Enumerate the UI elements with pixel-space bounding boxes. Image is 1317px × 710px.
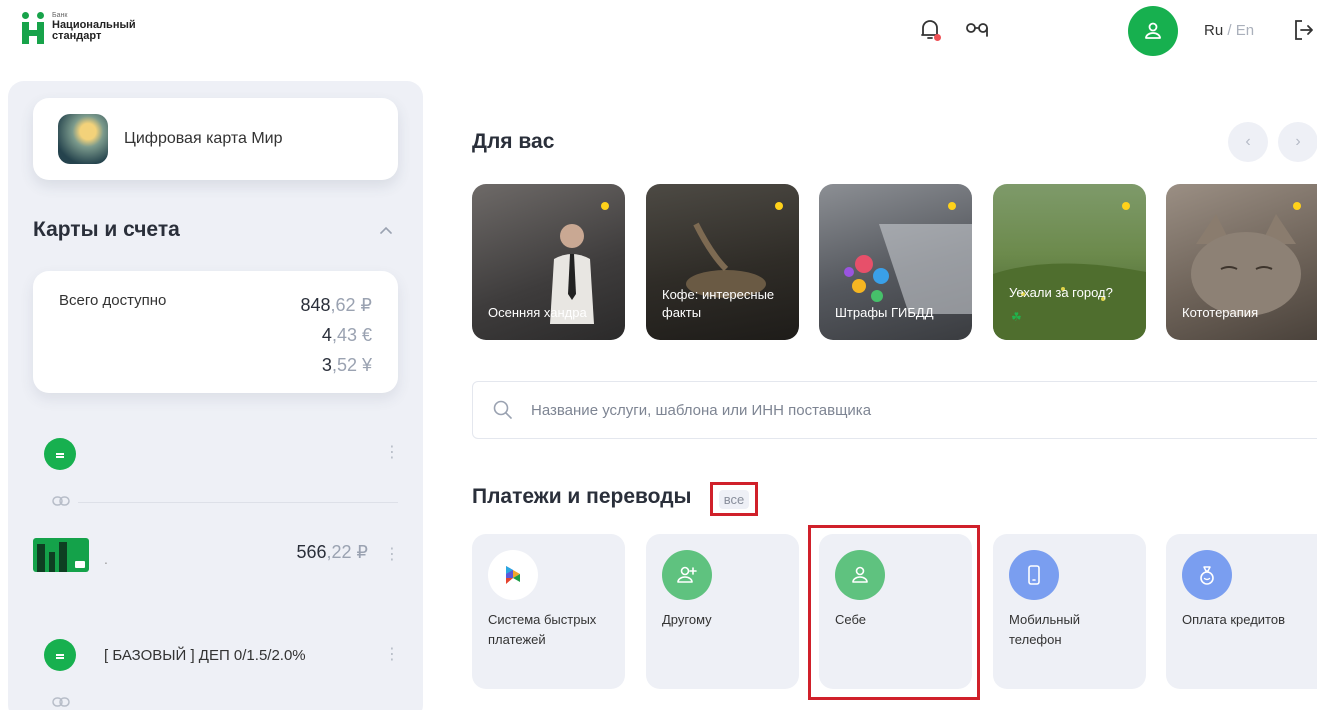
lang-en[interactable]: En: [1236, 22, 1254, 39]
tile-mobile[interactable]: Мобильный телефон: [993, 534, 1146, 689]
account-row[interactable]: [ БАЗОВЫЙ ] ДЕП 0/1.5/2.0%: [44, 639, 306, 671]
sbp-icon: [488, 550, 538, 600]
account-badge-icon: [44, 639, 76, 671]
clover-icon: ☘: [1011, 310, 1022, 324]
phone-icon: [1009, 550, 1059, 600]
story-label: Уехали за город?: [1009, 285, 1113, 300]
divider: [78, 502, 398, 503]
card-balance: 566,22 ₽: [296, 542, 368, 562]
new-dot: [948, 202, 956, 210]
tile-label: Другому: [662, 612, 712, 627]
total-amounts: 848,62 ₽ 4,43 € 3,52 ¥: [300, 290, 372, 380]
story-label: Кототерапия: [1182, 305, 1259, 320]
link-icon[interactable]: [52, 495, 70, 507]
cards-section-title: Карты и счета: [33, 218, 180, 241]
profile-button[interactable]: [1128, 6, 1178, 56]
story-label: Осенняя хандра: [488, 305, 587, 320]
story-label: Штрафы ГИБДД: [835, 305, 934, 320]
account-row[interactable]: [44, 438, 76, 470]
tile-label: Система быстрых платежей: [488, 612, 597, 647]
search-icon: [493, 400, 512, 419]
story-card[interactable]: Кототерапия: [1166, 184, 1317, 340]
bank-logo[interactable]: Банк Национальный стандарт: [22, 12, 136, 44]
logo-text: Банк Национальный стандарт: [52, 12, 136, 42]
tile-loans[interactable]: Оплата кредитов: [1166, 534, 1317, 689]
story-card[interactable]: Уехали за город? ☘: [993, 184, 1146, 340]
lang-ru[interactable]: Ru: [1204, 22, 1223, 39]
add-user-icon: [662, 550, 712, 600]
stories-prev-button[interactable]: ‹: [1228, 122, 1268, 162]
account-badge-icon: [44, 438, 76, 470]
amount-eur: 4,43 €: [321, 325, 372, 345]
search-input[interactable]: [531, 401, 1131, 419]
logout-icon: [1295, 20, 1313, 40]
digital-card-label: Цифровая карта Мир: [124, 130, 283, 147]
notifications-button[interactable]: [916, 16, 944, 44]
chevron-up-icon[interactable]: [378, 223, 394, 239]
payments-title: Платежи и переводы: [472, 485, 692, 508]
more-menu-icon[interactable]: ⋮: [384, 445, 400, 461]
more-menu-icon[interactable]: ⋮: [384, 547, 400, 563]
money-bag-icon: [1182, 550, 1232, 600]
story-card[interactable]: Кофе: интересные факты: [646, 184, 799, 340]
accessibility-button[interactable]: [964, 16, 992, 44]
card-suffix: .: [104, 551, 108, 567]
language-switcher[interactable]: Ru / En: [1204, 22, 1254, 39]
logo-line3: стандарт: [52, 30, 102, 42]
new-dot: [775, 202, 783, 210]
amount-rub: 848,62 ₽: [300, 295, 372, 315]
logo-mark-icon: [22, 12, 46, 44]
card-thumbnail[interactable]: [33, 538, 89, 572]
highlight-frame: [808, 525, 980, 700]
tile-label: Оплата кредитов: [1182, 612, 1285, 627]
stories-next-button[interactable]: ›: [1278, 122, 1317, 162]
all-payments-label: все: [718, 489, 750, 509]
amount-cny: 3,52 ¥: [321, 355, 372, 375]
logout-button[interactable]: [1292, 18, 1314, 47]
total-label: Всего доступно: [59, 292, 167, 309]
story-label: Кофе: интересные факты: [662, 287, 775, 320]
more-menu-icon[interactable]: ⋮: [384, 647, 400, 663]
user-icon: [1145, 22, 1161, 39]
new-dot: [601, 202, 609, 210]
lang-separator: /: [1227, 22, 1232, 39]
digital-card-banner[interactable]: Цифровая карта Мир: [33, 98, 398, 180]
new-dot: [1293, 202, 1301, 210]
new-dot: [1122, 202, 1130, 210]
story-card[interactable]: Штрафы ГИБДД: [819, 184, 972, 340]
tile-to-other[interactable]: Другому: [646, 534, 799, 689]
all-payments-link[interactable]: все: [710, 482, 758, 516]
total-balance-card: Всего доступно 848,62 ₽ 4,43 € 3,52 ¥: [33, 271, 398, 393]
notification-dot: [934, 34, 941, 41]
glasses-icon: [966, 23, 988, 37]
link-icon[interactable]: [52, 696, 70, 708]
digital-card-image: [58, 114, 108, 164]
service-search-box[interactable]: [472, 381, 1317, 439]
story-card[interactable]: Осенняя хандра: [472, 184, 625, 340]
sidebar: Цифровая карта Мир Карты и счета Всего д…: [8, 81, 423, 710]
tile-sbp[interactable]: Система быстрых платежей: [472, 534, 625, 689]
account-name: [ БАЗОВЫЙ ] ДЕП 0/1.5/2.0%: [104, 646, 306, 664]
for-you-title: Для вас: [472, 130, 555, 153]
tile-label: Мобильный телефон: [1009, 612, 1081, 647]
